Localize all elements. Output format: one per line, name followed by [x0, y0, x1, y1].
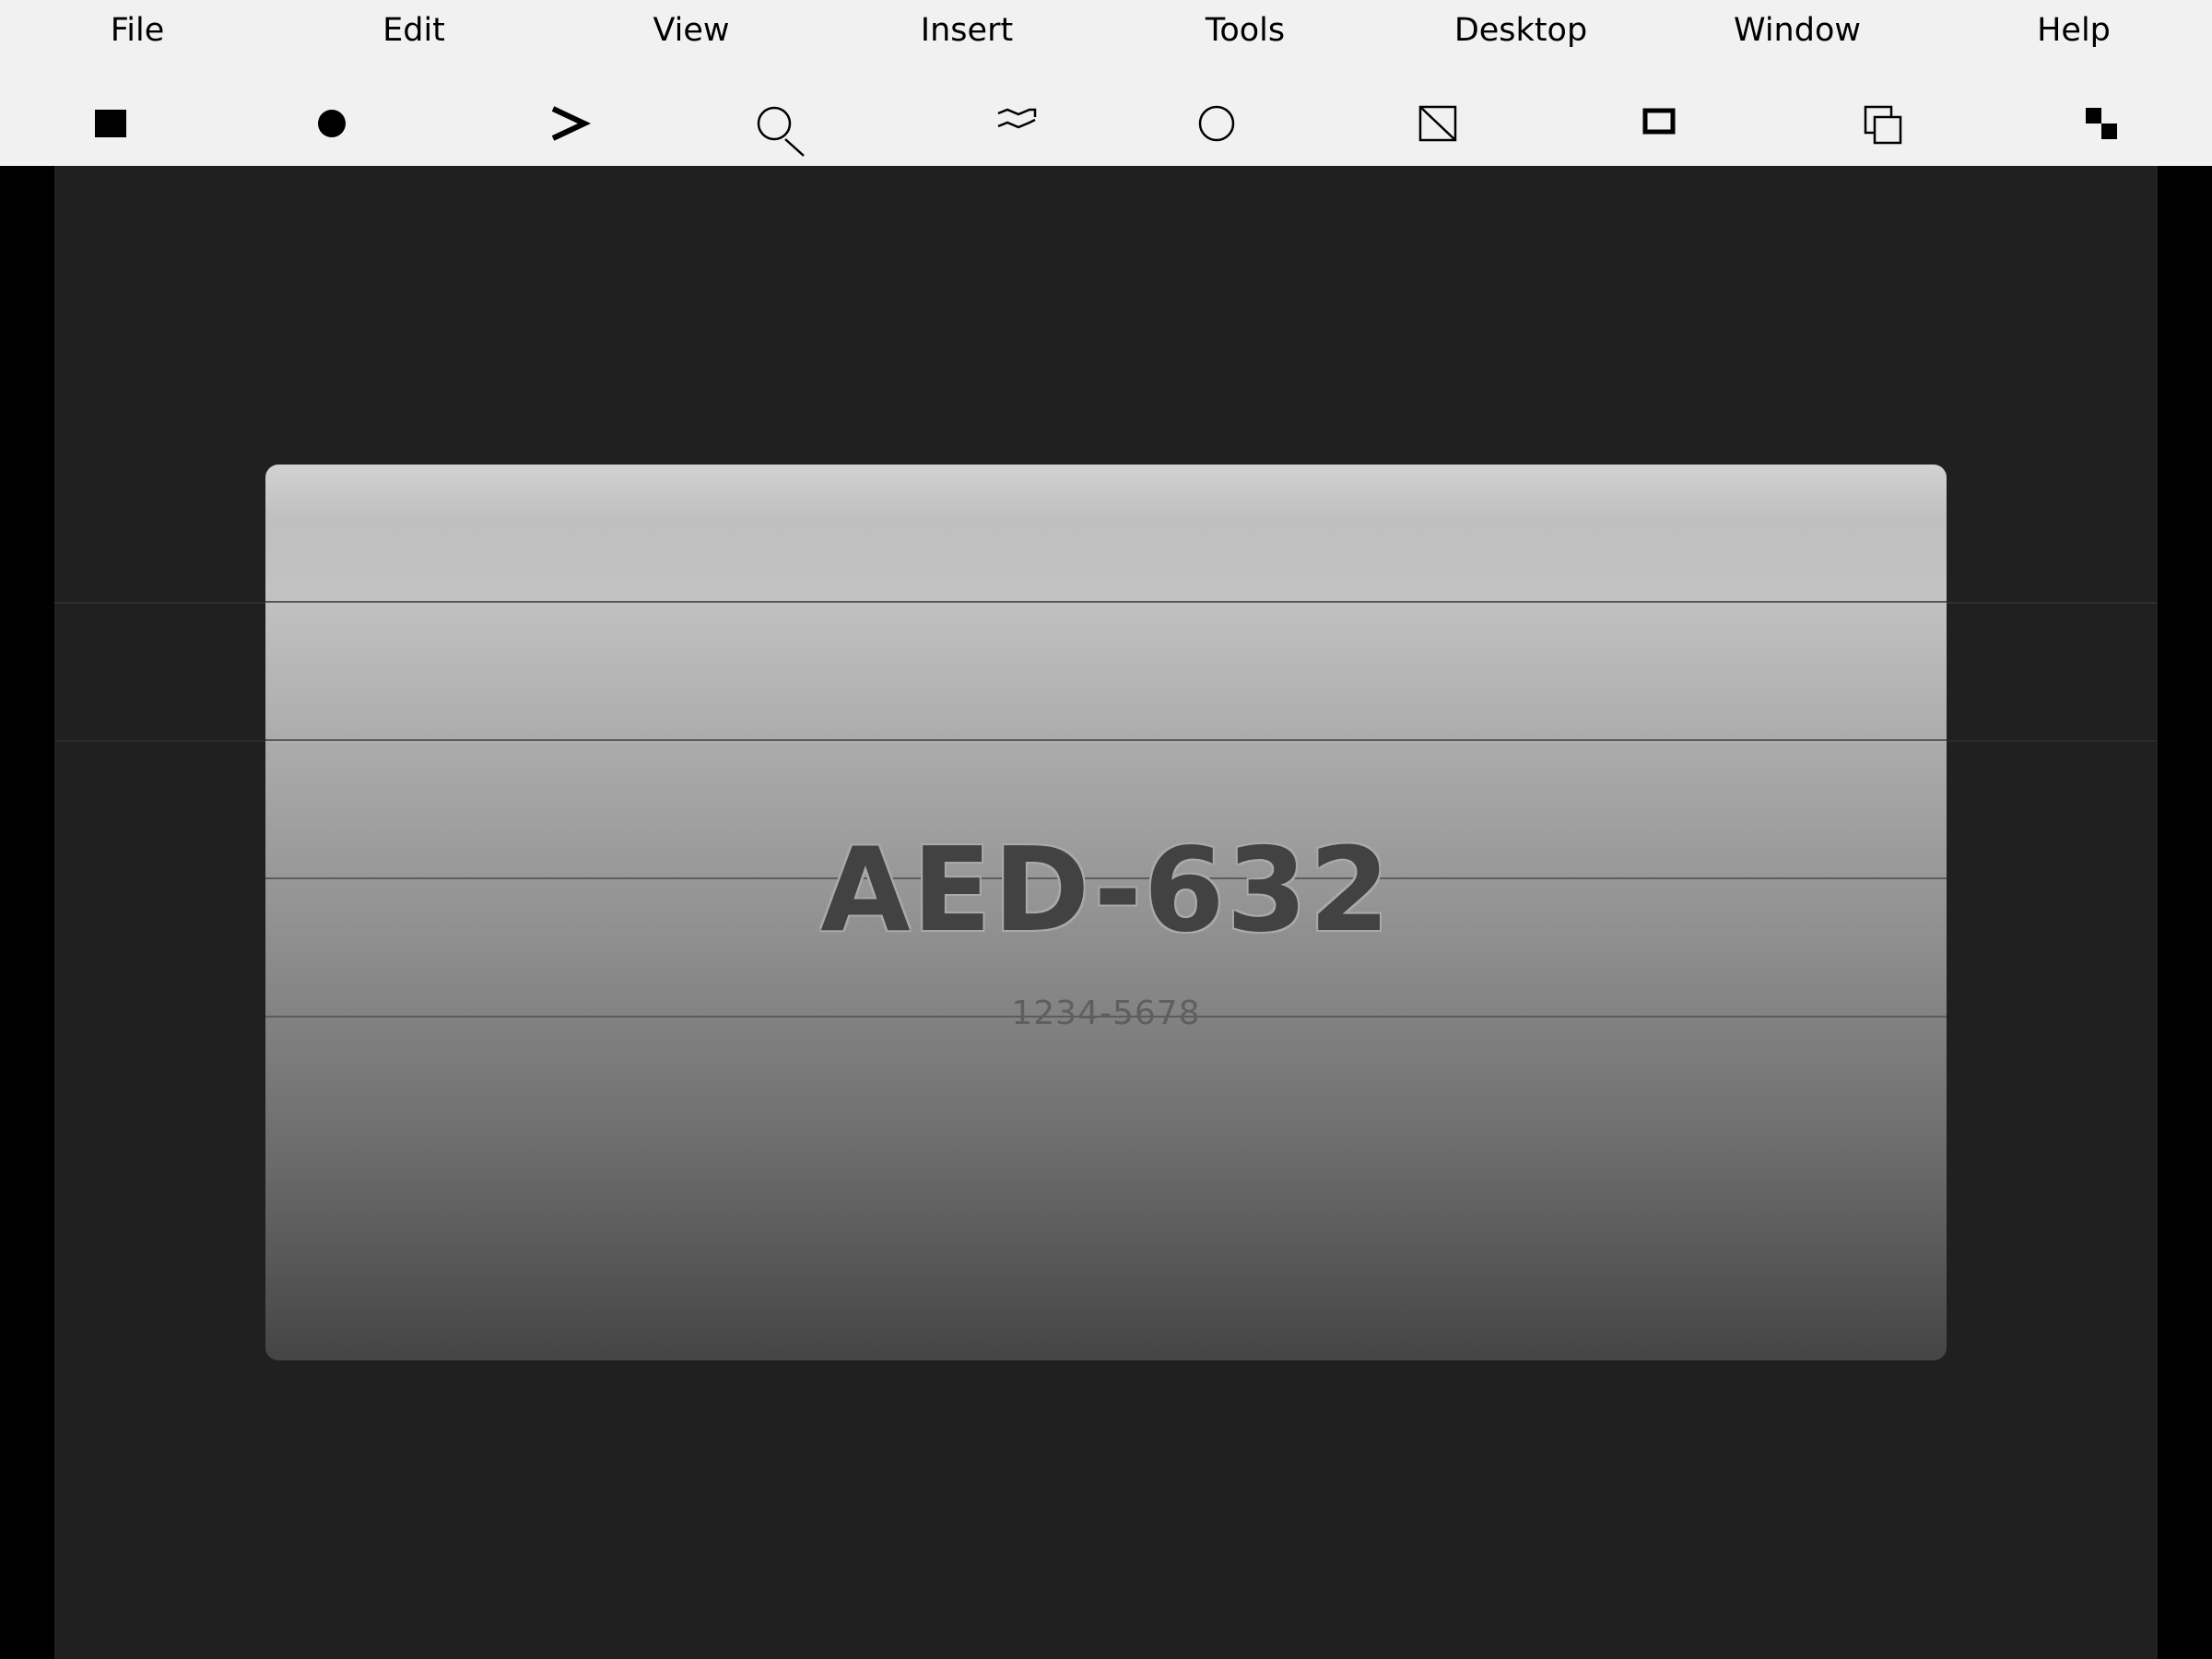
figure-canvas[interactable]: AED-632 1234-5678 — [0, 166, 2212, 1659]
overlapping-squares-icon[interactable] — [1845, 81, 1919, 166]
checker-squares-icon[interactable] — [2065, 81, 2138, 166]
toolbar — [0, 81, 2212, 167]
circle-outline-icon[interactable] — [1180, 81, 1253, 166]
menu-insert[interactable]: Insert — [829, 0, 1105, 61]
filled-circle-icon[interactable] — [295, 81, 369, 166]
menu-window[interactable]: Window — [1659, 0, 1936, 61]
menu-desktop[interactable]: Desktop — [1382, 0, 1659, 61]
plate-number: AED-632 — [820, 822, 1392, 958]
plate-subtitle: 1234-5678 — [1011, 994, 1201, 1032]
wave-icon[interactable] — [980, 81, 1053, 166]
thick-square-icon[interactable] — [1622, 81, 1696, 166]
menu-view[interactable]: View — [553, 0, 830, 61]
menu-file[interactable]: File — [0, 0, 276, 61]
plate-line — [265, 739, 1947, 741]
filled-square-icon[interactable] — [74, 81, 147, 166]
license-plate: AED-632 1234-5678 — [265, 465, 1947, 1360]
square-diagonal-icon[interactable] — [1401, 81, 1475, 166]
chevron-right-icon[interactable] — [532, 81, 606, 166]
plate-line — [265, 601, 1947, 603]
figure-window: File Edit View Insert Tools Desktop Wind… — [0, 0, 2212, 1659]
menu-bar: File Edit View Insert Tools Desktop Wind… — [0, 0, 2212, 82]
menu-tools[interactable]: Tools — [1107, 0, 1383, 61]
menu-edit[interactable]: Edit — [276, 0, 552, 61]
menu-help[interactable]: Help — [1936, 0, 2212, 61]
magnifier-icon[interactable] — [737, 81, 811, 166]
